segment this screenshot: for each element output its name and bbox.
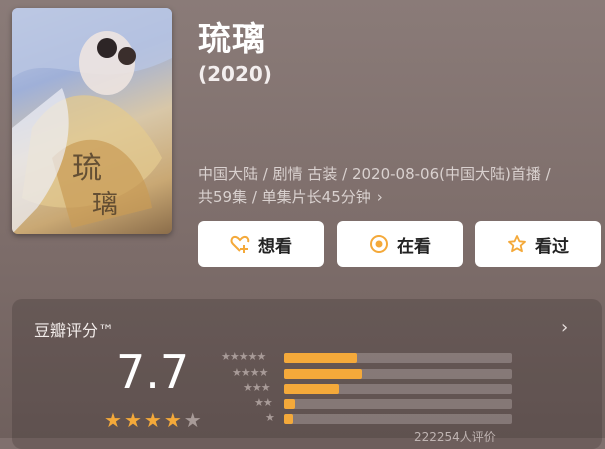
star-level-icon: ★★★★ xyxy=(232,366,268,379)
release-year: (2020) xyxy=(198,62,272,86)
watching-label: 在看 xyxy=(397,236,431,257)
rating-bar-track xyxy=(284,414,512,424)
star-filled-icon: ★ xyxy=(143,408,162,432)
rating-row-1-star: ★ xyxy=(214,411,514,426)
star-filled-icon: ★ xyxy=(163,408,182,432)
rating-score: 7.7 xyxy=(116,345,190,399)
heart-plus-icon xyxy=(230,234,250,254)
watched-label: 看过 xyxy=(535,236,569,257)
movie-meta[interactable]: 中国大陆 / 剧情 古装 / 2020-08-06(中国大陆)首播 / 共59集… xyxy=(198,163,598,209)
want-to-watch-button[interactable]: 想看 xyxy=(198,221,324,267)
rating-bar-fill xyxy=(284,399,295,409)
rating-bar-fill xyxy=(284,353,357,363)
meta-line-2: 共59集 / 单集片长45分钟 › xyxy=(198,186,598,209)
star-level-icon: ★★★ xyxy=(243,381,271,394)
star-filled-icon: ★ xyxy=(123,408,142,432)
page-title: 琉璃 xyxy=(198,19,266,58)
rating-count: 222254人评价 xyxy=(414,430,496,444)
svg-text:璃: 璃 xyxy=(92,190,118,220)
rating-bar-fill xyxy=(284,414,293,424)
watching-button[interactable]: 在看 xyxy=(337,221,463,267)
poster-image[interactable]: 琉 璃 xyxy=(12,8,172,234)
svg-text:琉: 琉 xyxy=(72,151,102,186)
want-to-watch-label: 想看 xyxy=(258,236,292,257)
star-outline-icon xyxy=(507,234,527,254)
rating-bar-track xyxy=(284,384,512,394)
chevron-right-icon[interactable]: › xyxy=(561,317,568,338)
star-empty-icon: ★ xyxy=(183,408,202,432)
rating-row-3-star: ★★★ xyxy=(214,381,514,396)
meta-line-2-text: 共59集 / 单集片长45分钟 xyxy=(198,188,371,206)
star-filled-icon: ★ xyxy=(104,408,122,432)
watched-button[interactable]: 看过 xyxy=(475,221,601,267)
rating-bar-fill xyxy=(284,384,339,394)
circle-dot-icon xyxy=(369,234,389,254)
rating-row-2-star: ★★ xyxy=(214,396,514,411)
rating-bar-fill xyxy=(284,369,362,379)
rating-row-5-star: ★★★★★ xyxy=(214,350,514,365)
rating-bar-track xyxy=(284,399,512,409)
rating-bar-track xyxy=(284,369,512,379)
star-level-icon: ★★ xyxy=(254,396,273,409)
rating-label: 豆瓣评分™ xyxy=(34,321,115,340)
rating-stars: ★ ★ ★ ★ ★ xyxy=(104,410,202,430)
meta-line-1: 中国大陆 / 剧情 古装 / 2020-08-06(中国大陆)首播 / xyxy=(198,165,551,183)
rating-row-4-star: ★★★★ xyxy=(214,366,514,381)
star-level-icon: ★ xyxy=(265,411,275,424)
rating-bar-track xyxy=(284,353,512,363)
chevron-right-icon: › xyxy=(376,188,383,206)
star-level-icon: ★★★★★ xyxy=(221,350,266,363)
